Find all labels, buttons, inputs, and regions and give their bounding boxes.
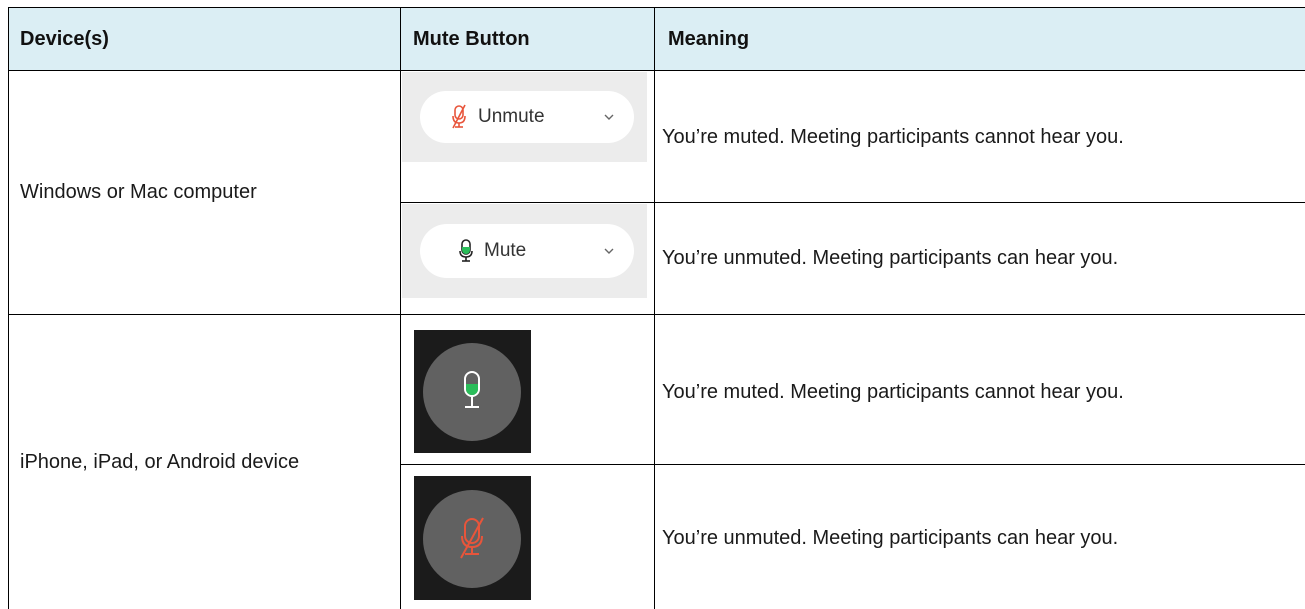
meaning-cell: You’re unmuted. Meeting participants can… <box>662 526 1119 549</box>
unmute-label: Unmute <box>478 106 545 127</box>
mobile-button-circle <box>423 490 521 588</box>
meaning-cell: You’re muted. Meeting participants canno… <box>662 381 1124 403</box>
row-divider <box>400 202 1305 203</box>
meaning-cell: You’re muted. Meeting participants canno… <box>662 125 1124 148</box>
device-cell-mobile: iPhone, iPad, or Android device <box>20 450 300 473</box>
meaning-cell: You’re unmuted. Meeting participants can… <box>662 247 1119 269</box>
chevron-down-icon <box>604 108 614 126</box>
mobile-button-circle <box>423 343 521 441</box>
header-device: Device(s) <box>20 27 109 50</box>
mic-active-icon <box>458 238 474 264</box>
table-border-left <box>8 7 9 609</box>
row-divider <box>400 464 1305 465</box>
header-bottom-border <box>8 70 1305 71</box>
unmute-pill: Unmute <box>420 91 634 143</box>
chevron-down-icon <box>604 242 614 260</box>
column-divider <box>654 7 655 609</box>
mobile-mic-muted-button-image <box>414 476 531 600</box>
mute-pill: Mute <box>420 224 634 278</box>
mic-active-icon <box>460 370 484 419</box>
mute-label: Mute <box>484 240 527 261</box>
mic-muted-icon <box>456 516 488 567</box>
header-mute-button: Mute Button <box>413 27 530 50</box>
header-meaning: Meaning <box>668 27 750 50</box>
mic-muted-icon <box>450 104 468 130</box>
device-cell-desktop: Windows or Mac computer <box>20 180 257 203</box>
desktop-mute-button-image: Mute <box>402 204 647 298</box>
table-border-top <box>8 7 1305 8</box>
column-divider <box>400 7 401 609</box>
mobile-mic-active-button-image <box>414 330 531 453</box>
desktop-unmute-button-image: Unmute <box>402 72 647 162</box>
group-divider <box>8 314 1305 315</box>
